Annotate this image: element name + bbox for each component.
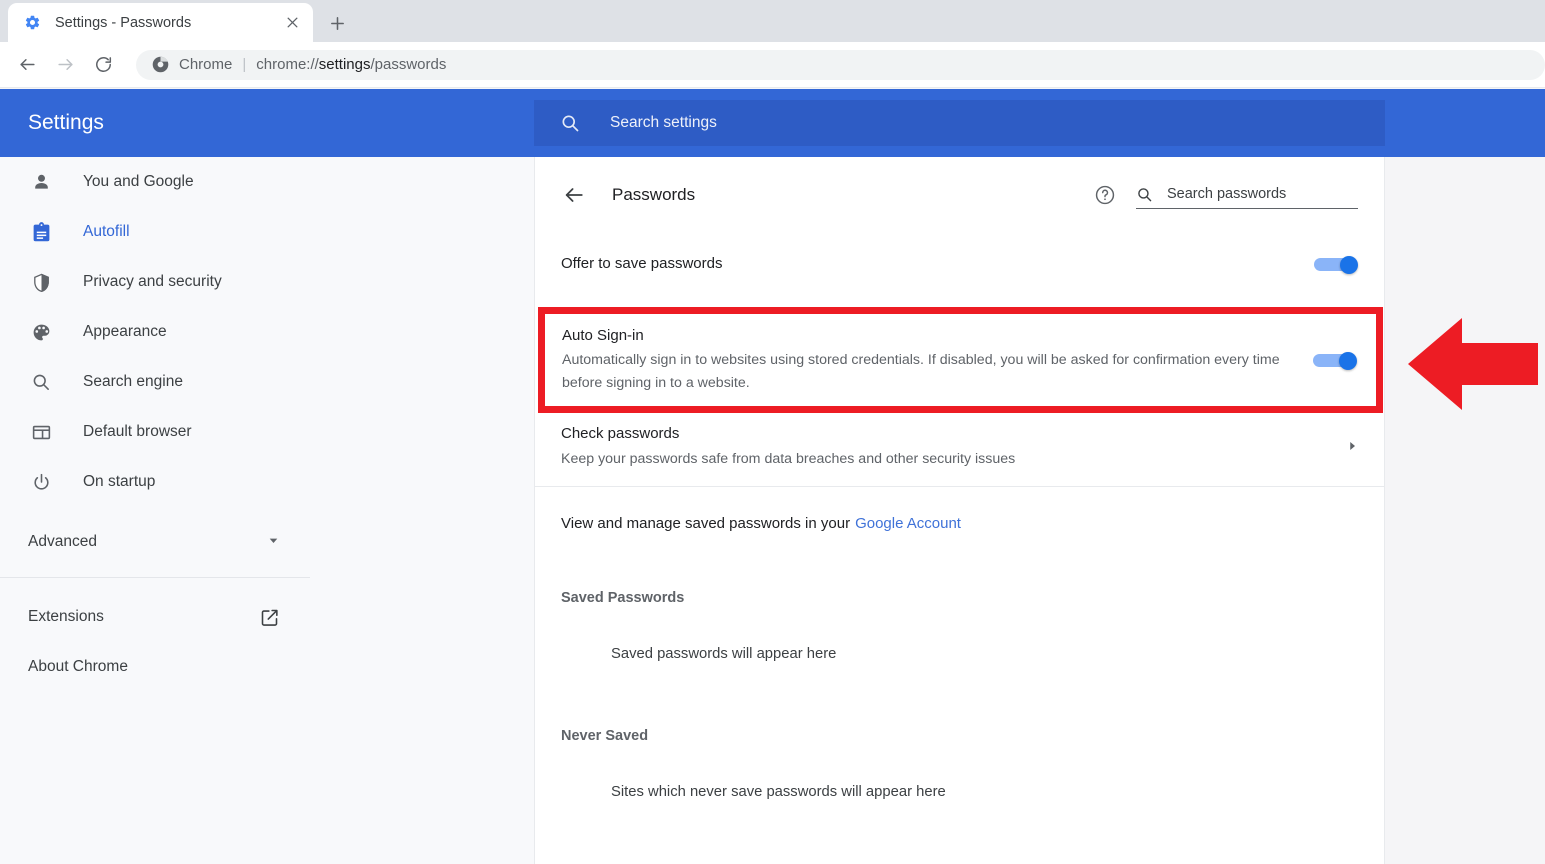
search-icon — [1136, 186, 1153, 203]
sidebar-item-extensions[interactable]: Extensions — [0, 592, 310, 642]
sidebar-item-label: Search engine — [83, 373, 183, 390]
sidebar-divider — [0, 577, 310, 578]
sidebar-item-search-engine[interactable]: Search engine — [0, 357, 534, 407]
sidebar-about-label: About Chrome — [28, 658, 128, 675]
sidebar-item-advanced[interactable]: Advanced — [0, 517, 310, 567]
omnibox-scheme-label: Chrome — [179, 56, 233, 73]
manage-passwords-link-row: View and manage saved passwords in your … — [535, 487, 1384, 559]
close-icon[interactable] — [281, 12, 303, 34]
search-passwords-placeholder: Search passwords — [1167, 186, 1287, 202]
sidebar-item-label: Privacy and security — [83, 273, 222, 290]
settings-brand-title: Settings — [28, 111, 104, 134]
sidebar-item-label: Appearance — [83, 323, 167, 340]
passwords-settings-panel: Passwords Search passwords Offer to save… — [534, 157, 1385, 864]
omnibox-url-bold: settings — [318, 56, 371, 73]
toggle-knob — [1339, 351, 1357, 370]
offer-to-save-label: Offer to save passwords — [561, 255, 723, 273]
search-passwords-input[interactable]: Search passwords — [1136, 181, 1358, 209]
sidebar-item-label: Autofill — [83, 223, 130, 240]
gear-icon — [24, 14, 41, 31]
auto-signin-text: Auto Sign-in Automatically sign in to we… — [562, 325, 1313, 396]
sidebar-item-label: On startup — [83, 473, 156, 490]
sidebar-item-you-and-google[interactable]: You and Google — [0, 157, 534, 207]
google-account-link[interactable]: Google Account — [855, 515, 961, 532]
sidebar-item-privacy-and-security[interactable]: Privacy and security — [0, 257, 534, 307]
tab-title: Settings - Passwords — [55, 14, 192, 31]
sidebar-item-label: You and Google — [83, 173, 194, 190]
check-passwords-description: Keep your passwords safe from data breac… — [561, 450, 1016, 467]
auto-signin-row[interactable]: Auto Sign-in Automatically sign in to we… — [545, 314, 1376, 406]
auto-signin-title: Auto Sign-in — [562, 326, 644, 344]
back-arrow-icon[interactable] — [10, 48, 44, 82]
forward-arrow-icon — [48, 48, 82, 82]
offer-to-save-toggle[interactable] — [1314, 255, 1358, 274]
sidebar-item-on-startup[interactable]: On startup — [0, 457, 534, 507]
offer-to-save-passwords-row[interactable]: Offer to save passwords — [535, 232, 1384, 296]
sidebar-item-default-browser[interactable]: Default browser — [0, 407, 534, 457]
sidebar-item-label: Default browser — [83, 423, 192, 440]
chevron-right-icon[interactable] — [1346, 440, 1358, 455]
browser-tab[interactable]: Settings - Passwords — [8, 3, 313, 42]
person-icon — [28, 169, 54, 195]
check-passwords-row[interactable]: Check passwords Keep your passwords safe… — [535, 408, 1384, 486]
external-link-icon — [259, 607, 280, 628]
sidebar-item-about-chrome[interactable]: About Chrome — [0, 642, 310, 692]
sidebar-advanced-label: Advanced — [28, 533, 97, 550]
page-title: Passwords — [612, 184, 696, 204]
never-saved-empty-text: Sites which never save passwords will ap… — [611, 784, 946, 800]
auto-signin-highlight-box: Auto Sign-in Automatically sign in to we… — [538, 307, 1383, 413]
address-bar[interactable]: Chrome | chrome://settings/passwords — [136, 49, 1545, 80]
browser-window: Settings - Passwords Chrome | chrome://s… — [0, 0, 1545, 864]
browser-window-icon — [28, 419, 54, 445]
settings-search-placeholder: Search settings — [610, 114, 717, 131]
browser-toolbar: Chrome | chrome://settings/passwords — [0, 42, 1545, 88]
auto-signin-description: Automatically sign in to websites using … — [562, 352, 1280, 392]
left-arrow-annotation-icon — [1408, 318, 1538, 410]
back-arrow-icon[interactable] — [557, 178, 591, 212]
omnibox-url-prefix: chrome:// — [256, 56, 319, 73]
power-icon — [28, 469, 54, 495]
help-circle-icon[interactable] — [1090, 180, 1120, 210]
tab-strip: Settings - Passwords — [0, 0, 1545, 42]
omnibox-url: chrome://settings/passwords — [256, 56, 446, 73]
manage-passwords-text: View and manage saved passwords in your — [561, 514, 851, 532]
chrome-logo-icon — [152, 56, 169, 73]
sidebar-item-appearance[interactable]: Appearance — [0, 307, 534, 357]
sidebar-extensions-label: Extensions — [28, 608, 104, 625]
never-saved-heading: Never Saved — [561, 728, 649, 744]
passwords-header: Passwords Search passwords — [535, 157, 1384, 232]
new-tab-button[interactable] — [322, 8, 352, 38]
settings-header-bar: Settings Search settings — [0, 89, 1545, 157]
shield-icon — [28, 269, 54, 295]
search-icon — [560, 113, 580, 133]
palette-icon — [28, 319, 54, 345]
settings-sidebar: You and Google Autofill Privacy and secu… — [0, 157, 534, 864]
clipboard-icon — [28, 219, 54, 245]
saved-passwords-empty-text: Saved passwords will appear here — [611, 646, 837, 662]
sidebar-item-autofill[interactable]: Autofill — [0, 207, 534, 257]
saved-passwords-heading: Saved Passwords — [561, 590, 685, 606]
auto-signin-toggle[interactable] — [1313, 351, 1357, 370]
check-passwords-title: Check passwords — [561, 425, 680, 443]
magnifier-icon — [28, 369, 54, 395]
omnibox-separator: | — [242, 56, 247, 73]
toggle-knob — [1340, 255, 1358, 274]
chevron-down-icon — [267, 534, 280, 550]
reload-icon[interactable] — [86, 48, 120, 82]
offer-to-save-text: Offer to save passwords — [561, 253, 1314, 275]
settings-search-input[interactable]: Search settings — [534, 100, 1385, 146]
check-passwords-text: Check passwords Keep your passwords safe… — [561, 423, 1346, 471]
omnibox-url-suffix: /passwords — [370, 56, 447, 73]
